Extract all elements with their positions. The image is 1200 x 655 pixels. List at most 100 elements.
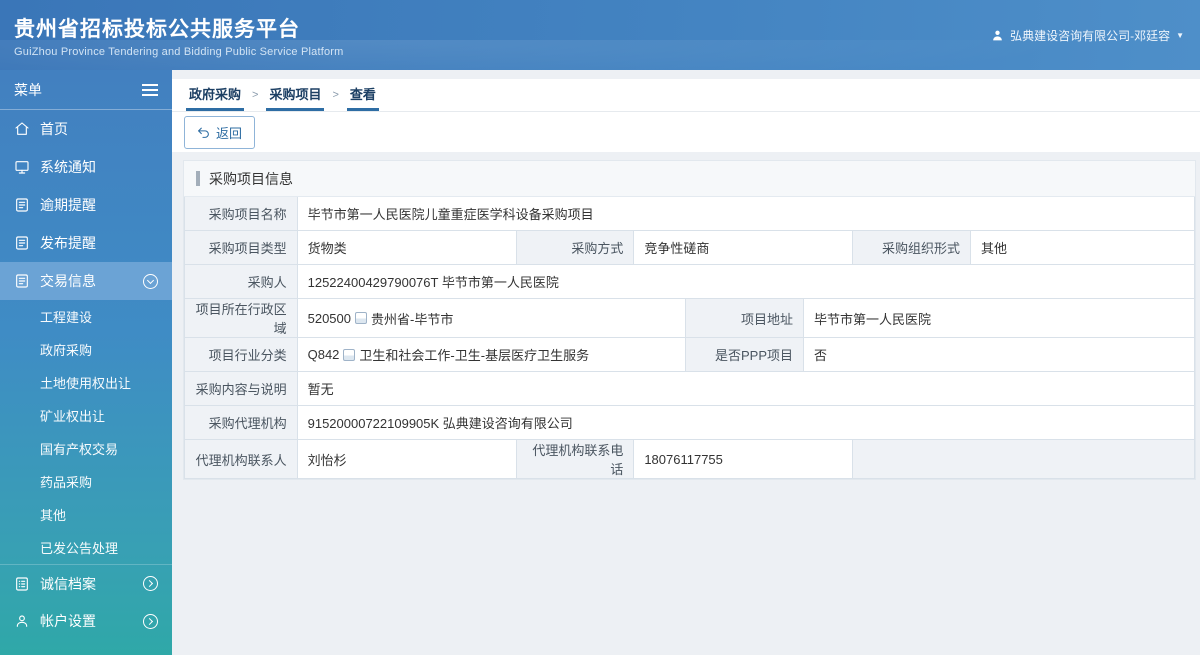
breadcrumb-separator: >: [252, 89, 259, 101]
agency-value: 91520000722109905K 弘典建设咨询有限公司: [297, 406, 1195, 440]
subitem-label: 矿业权出让: [40, 409, 106, 424]
home-icon: [15, 122, 29, 135]
agency-phone-value: 18076117755: [634, 440, 854, 479]
agency-phone-label: 代理机构联系电话: [516, 440, 635, 479]
panel-title: 采购项目信息: [184, 161, 1195, 197]
sidebar-subitem-state-owned-property[interactable]: 国有产权交易: [0, 432, 172, 465]
table-row: 采购内容与说明 暂无: [185, 372, 1195, 406]
document-icon: [16, 236, 28, 250]
app-subtitle: GuiZhou Province Tendering and Bidding P…: [14, 45, 344, 58]
brand: 贵州省招标投标公共服务平台 GuiZhou Province Tendering…: [14, 13, 344, 58]
chevron-down-circle-icon: [143, 273, 158, 289]
procurement-method-value: 竞争性磋商: [634, 231, 854, 265]
subitem-label: 药品采购: [40, 475, 93, 490]
document-icon: [16, 198, 28, 212]
content-description-label: 采购内容与说明: [185, 372, 298, 406]
sidebar: 菜单 首页 系统通知 逾期提醒 发布提醒 交易信息 工程建设 政府采购 土地使用…: [0, 70, 172, 655]
sidebar-item-label: 首页: [40, 121, 68, 137]
sidebar-subitem-land-use-rights[interactable]: 土地使用权出让: [0, 366, 172, 399]
monitor-icon: [15, 161, 29, 174]
project-type-label: 采购项目类型: [185, 231, 298, 265]
hamburger-icon[interactable]: [142, 81, 158, 99]
breadcrumb-government-procurement[interactable]: 政府采购: [186, 77, 245, 111]
subitem-label: 已发公告处理: [40, 541, 119, 556]
table-row: 采购项目名称 毕节市第一人民医院儿童重症医学科设备采购项目: [185, 197, 1195, 231]
sidebar-subitem-other[interactable]: 其他: [0, 498, 172, 531]
chevron-down-icon: ▼: [1176, 30, 1184, 40]
sidebar-subitem-engineering-construction[interactable]: 工程建设: [0, 300, 172, 333]
back-button-label: 返回: [216, 125, 243, 141]
region-picker-icon: [355, 312, 367, 324]
sidebar-item-credit-archive[interactable]: 诚信档案: [0, 564, 172, 602]
sidebar-item-system-notifications[interactable]: 系统通知: [0, 148, 172, 186]
chevron-right-circle-icon: [143, 576, 158, 591]
subitem-label: 国有产权交易: [40, 442, 119, 457]
user-menu[interactable]: 弘典建设咨询有限公司-邓廷容 ▼: [991, 27, 1184, 44]
sidebar-item-label: 交易信息: [40, 273, 96, 289]
breadcrumb-procurement-project[interactable]: 采购项目: [266, 77, 325, 111]
back-arrow-icon: [198, 127, 209, 138]
table-row: 采购人 12522400429790076T 毕节市第一人民医院: [185, 265, 1195, 299]
person-icon: [16, 615, 28, 627]
purchaser-label: 采购人: [185, 265, 298, 299]
table-row: 采购代理机构 91520000722109905K 弘典建设咨询有限公司: [185, 406, 1195, 440]
procurement-method-label: 采购方式: [516, 231, 635, 265]
breadcrumb-separator: >: [332, 89, 339, 101]
sidebar-item-home[interactable]: 首页: [0, 110, 172, 148]
ppp-value: 否: [804, 338, 1195, 372]
agency-contact-label: 代理机构联系人: [185, 440, 298, 479]
breadcrumb-view[interactable]: 查看: [346, 77, 379, 111]
industry-value: Q842 卫生和社会工作-卫生-基层医疗卫生服务: [297, 338, 687, 372]
sidebar-item-label: 逾期提醒: [40, 197, 96, 213]
sidebar-item-label: 系统通知: [40, 159, 96, 175]
sidebar-subitem-drug-procurement[interactable]: 药品采购: [0, 465, 172, 498]
project-address-label: 项目地址: [686, 299, 805, 338]
menu-title: 菜单: [14, 81, 42, 98]
region-value: 520500 贵州省-毕节市: [297, 299, 687, 338]
document-icon: [16, 274, 28, 288]
project-name-label: 采购项目名称: [185, 197, 298, 231]
table-row: 项目所在行政区域 520500 贵州省-毕节市 项目地址 毕节市第一人民医院: [185, 299, 1195, 338]
app-title: 贵州省招标投标公共服务平台: [14, 17, 300, 41]
empty-cell: [853, 440, 1195, 479]
project-address-value: 毕节市第一人民医院: [804, 299, 1195, 338]
content-description-value: 暂无: [297, 372, 1195, 406]
sidebar-item-transaction-info[interactable]: 交易信息: [0, 262, 172, 300]
chevron-right-circle-icon: [143, 613, 158, 629]
ppp-label: 是否PPP项目: [686, 338, 805, 372]
table-row: 采购项目类型 货物类 采购方式 竞争性磋商 采购组织形式 其他: [185, 231, 1195, 265]
organization-form-label: 采购组织形式: [853, 231, 972, 265]
sidebar-item-label: 帐户设置: [40, 613, 96, 629]
industry-label: 项目行业分类: [185, 338, 298, 372]
industry-picker-icon: [343, 348, 356, 361]
user-label: 弘典建设咨询有限公司-邓廷容: [1010, 28, 1171, 43]
sidebar-item-overdue-reminders[interactable]: 逾期提醒: [0, 186, 172, 224]
sidebar-item-publish-reminders[interactable]: 发布提醒: [0, 224, 172, 262]
title-accent-bar: [196, 171, 200, 186]
subitem-label: 其他: [40, 508, 67, 523]
project-info-panel: 采购项目信息 采购项目名称 毕节市第一人民医院儿童重症医学科设备采购项目 采购项…: [183, 160, 1196, 480]
table-row: 项目行业分类 Q842 卫生和社会工作-卫生-基层医疗卫生服务 是否PPP项目 …: [185, 338, 1195, 372]
agency-label: 采购代理机构: [185, 406, 298, 440]
sidebar-subitem-government-procurement[interactable]: 政府采购: [0, 333, 172, 366]
sidebar-item-label: 发布提醒: [40, 235, 96, 251]
purchaser-value: 12522400429790076T 毕节市第一人民医院: [297, 265, 1195, 299]
transaction-submenu: 工程建设 政府采购 土地使用权出让 矿业权出让 国有产权交易 药品采购 其他 已…: [0, 300, 172, 564]
sidebar-subitem-published-announcements[interactable]: 已发公告处理: [0, 531, 172, 564]
region-name: 贵州省-毕节市: [371, 311, 454, 327]
region-label: 项目所在行政区域: [185, 299, 298, 338]
organization-form-value: 其他: [971, 231, 1195, 265]
sidebar-item-label: 诚信档案: [40, 575, 96, 592]
project-type-value: 货物类: [297, 231, 517, 265]
subitem-label: 政府采购: [40, 343, 93, 358]
region-code: 520500: [307, 310, 351, 326]
table-row: 代理机构联系人 刘怡杉 代理机构联系电话 18076117755: [185, 440, 1195, 479]
app-window: 贵州省招标投标公共服务平台 GuiZhou Province Tendering…: [0, 0, 1200, 655]
back-button[interactable]: 返回: [184, 115, 256, 149]
sidebar-subitem-mining-rights[interactable]: 矿业权出让: [0, 399, 172, 432]
breadcrumb: 政府采购 > 采购项目 > 查看: [172, 79, 1200, 112]
subitem-label: 土地使用权出让: [40, 376, 132, 391]
sidebar-item-account-settings[interactable]: 帐户设置: [0, 602, 172, 640]
project-info-table: 采购项目名称 毕节市第一人民医院儿童重症医学科设备采购项目 采购项目类型 货物类…: [184, 197, 1195, 479]
subitem-label: 工程建设: [40, 310, 93, 325]
